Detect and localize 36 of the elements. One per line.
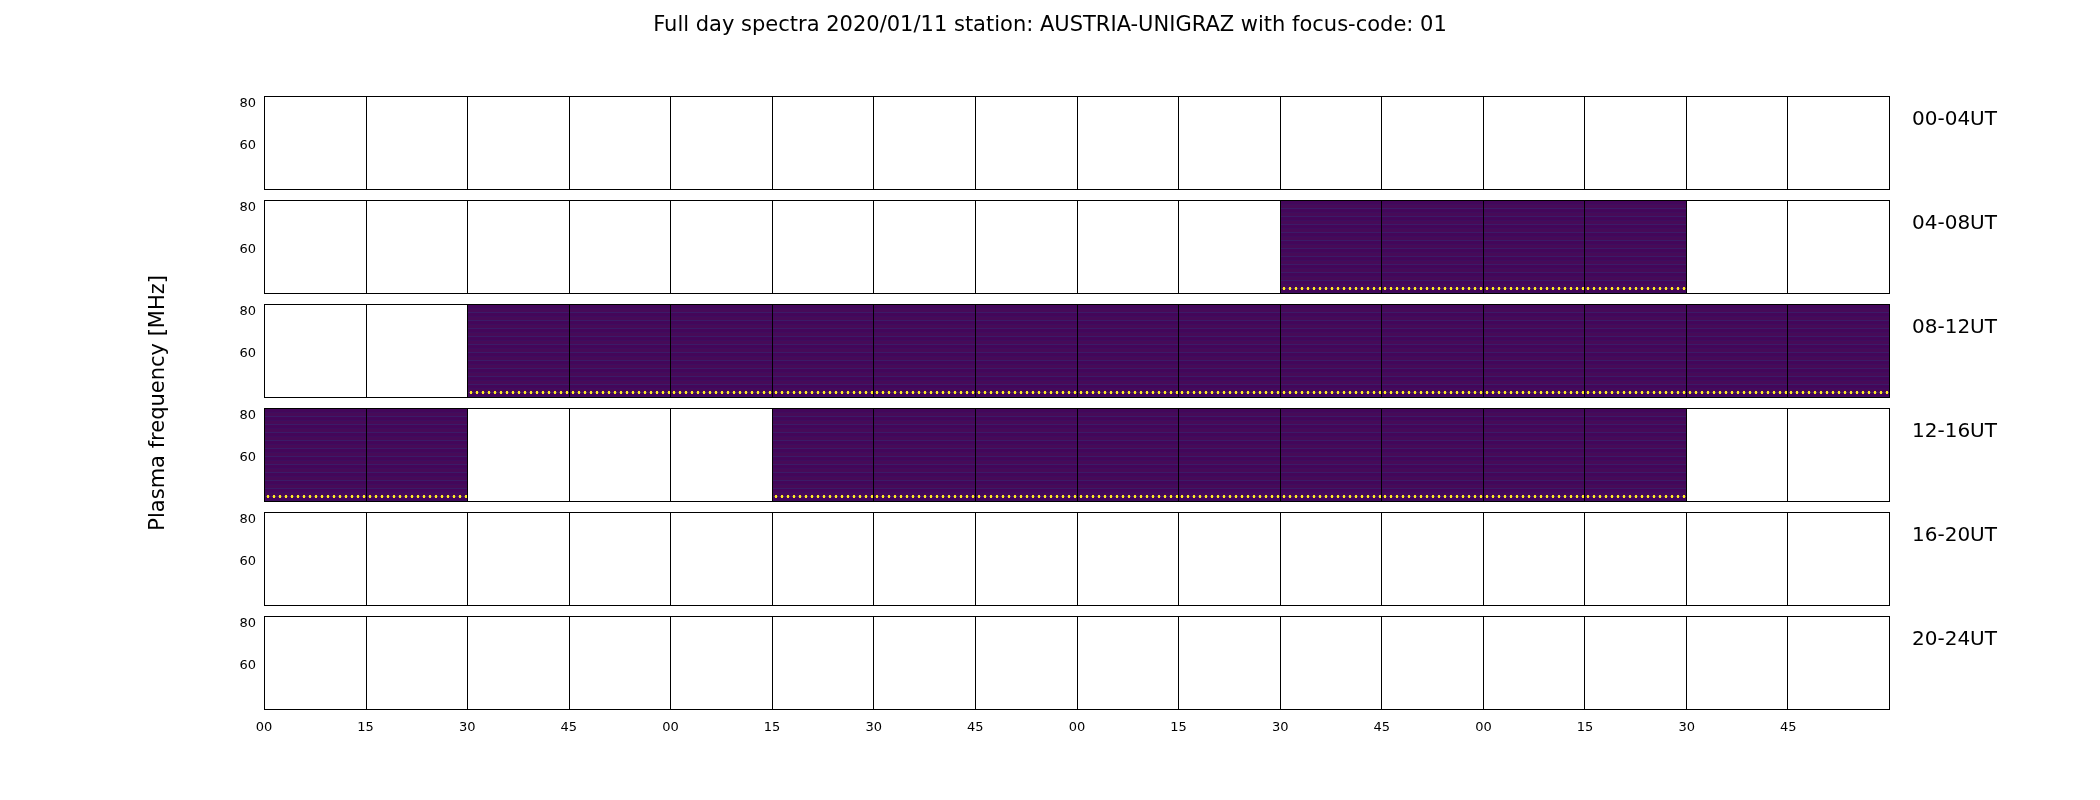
x-tick-label: 45 <box>967 719 984 734</box>
x-tick-label: 00 <box>662 719 679 734</box>
y-tick-label: 60 <box>239 346 256 360</box>
y-tick-label: 60 <box>239 450 256 464</box>
x-tick-label: 15 <box>763 719 781 734</box>
y-tick-label: 60 <box>239 554 256 568</box>
row-label: 00-04UT <box>1911 105 1998 132</box>
x-tick-label: 30 <box>1678 719 1695 734</box>
row-label: 16-20UT <box>1911 521 1998 548</box>
x-tick-label: 00 <box>1475 719 1492 734</box>
y-tick-label: 80 <box>239 408 256 422</box>
y-tick-label: 60 <box>239 138 256 152</box>
x-tick-label: 00 <box>255 719 273 734</box>
row-label: 08-12UT <box>1911 313 1998 340</box>
y-tick-label: 80 <box>239 304 256 318</box>
y-axis-label: Plasma frequency [MHz] <box>144 275 170 531</box>
x-tick-label: 30 <box>459 719 476 734</box>
y-tick-label: 80 <box>239 512 256 526</box>
y-tick-label: 80 <box>239 616 256 630</box>
chart-title: Full day spectra 2020/01/11 station: AUSTRIA-UNIGRAZ with focus-code: 01 <box>652 11 1448 38</box>
row-label: 12-16UT <box>1911 417 1998 444</box>
x-tick-label: 15 <box>1170 719 1187 734</box>
x-tick-label: 15 <box>357 719 374 734</box>
x-tick-label: 00 <box>1068 719 1086 734</box>
x-tick-label: 45 <box>1780 719 1797 734</box>
x-tick-label: 45 <box>1373 719 1391 734</box>
y-tick-label: 80 <box>239 200 256 214</box>
y-tick-label: 60 <box>239 242 256 256</box>
x-tick-label: 30 <box>1272 719 1289 734</box>
x-tick-label: 15 <box>1576 719 1594 734</box>
row-label: 20-24UT <box>1911 625 1998 652</box>
row-label: 04-08UT <box>1911 209 1998 236</box>
y-tick-label: 60 <box>239 658 256 672</box>
x-tick-label: 45 <box>560 719 578 734</box>
y-tick-label: 80 <box>239 96 256 110</box>
x-tick-label: 30 <box>865 719 882 734</box>
